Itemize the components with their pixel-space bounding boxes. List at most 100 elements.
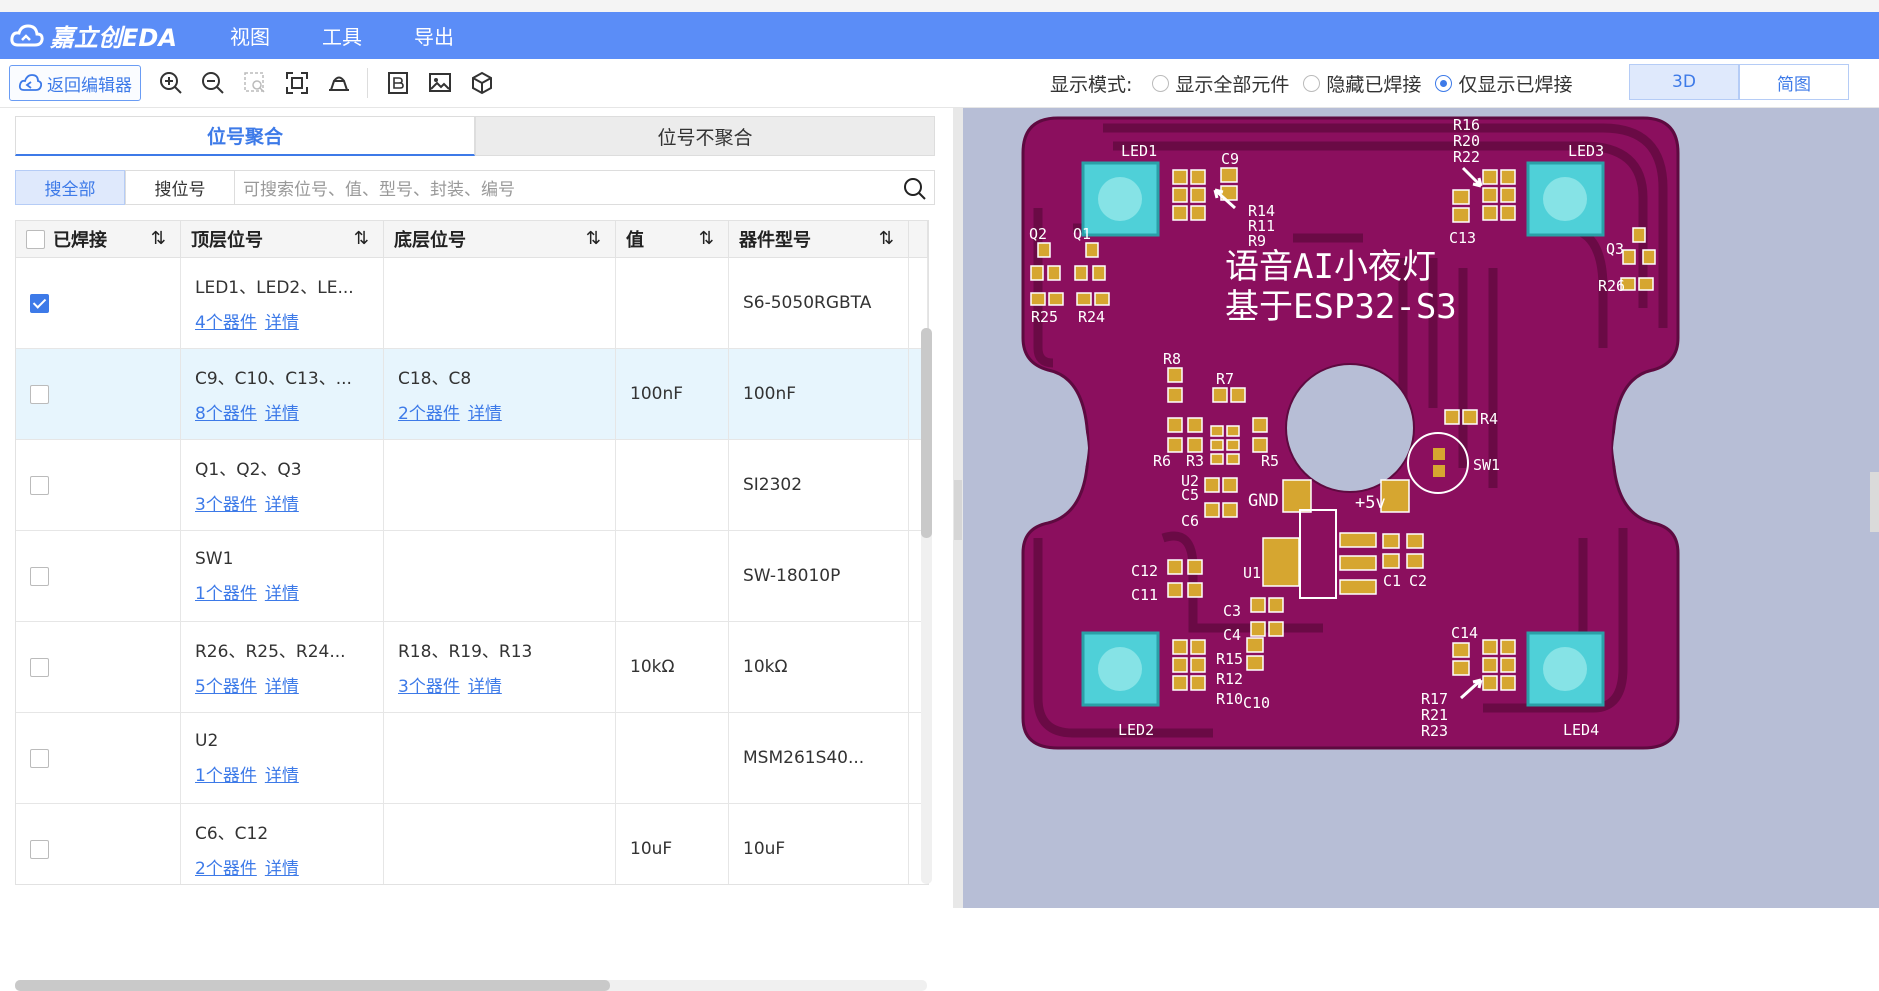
silk-label: R25 bbox=[1031, 308, 1058, 326]
bottom-detail-link[interactable]: 详情 bbox=[468, 404, 502, 424]
cell-soldered bbox=[16, 713, 181, 803]
pcb-board-render[interactable]: LED1 LED3 LED2 LED4 C9 R16 R20 R22 R14 R… bbox=[963, 108, 1879, 908]
bottom-count-link[interactable]: 3个器件 bbox=[398, 677, 460, 697]
3d-model-icon[interactable] bbox=[462, 63, 502, 103]
top-count-link[interactable]: 1个器件 bbox=[195, 766, 257, 786]
splitter-handle[interactable] bbox=[954, 480, 962, 540]
table-row[interactable]: U2 1个器件 详情 MSM261S40... bbox=[16, 713, 928, 804]
pcb-title-line2: 基于ESP32-S3 bbox=[1225, 287, 1457, 327]
scrollbar-thumb[interactable] bbox=[921, 328, 932, 538]
header-bottom-designator[interactable]: 底层位号 ⇅ bbox=[384, 221, 616, 257]
top-count-link[interactable]: 2个器件 bbox=[195, 859, 257, 879]
top-designators: LED1、LED2、LE... bbox=[195, 278, 354, 298]
silk-label: R6 bbox=[1153, 452, 1171, 470]
cell-top: U2 1个器件 详情 bbox=[181, 713, 384, 803]
tab-aggregate[interactable]: 位号聚合 bbox=[15, 116, 475, 156]
cell-top: SW1 1个器件 详情 bbox=[181, 531, 384, 621]
mode-hide-soldered-label: 隐藏已焊接 bbox=[1326, 73, 1422, 96]
bom-export-icon[interactable] bbox=[378, 63, 418, 103]
header-bottom-label: 底层位号 bbox=[394, 230, 466, 251]
silk-label: R15 bbox=[1216, 650, 1243, 668]
cell-bottom bbox=[384, 713, 616, 803]
header-top-designator[interactable]: 顶层位号 ⇅ bbox=[181, 221, 384, 257]
sort-icon[interactable]: ⇅ bbox=[699, 228, 714, 249]
cell-top: R26、R25、R24... 5个器件 详情 bbox=[181, 622, 384, 712]
soldered-checkbox[interactable] bbox=[30, 839, 49, 859]
zoom-out-icon[interactable] bbox=[193, 63, 233, 103]
fit-view-icon[interactable] bbox=[277, 63, 317, 103]
mounting-hole bbox=[1285, 363, 1415, 493]
top-detail-link[interactable]: 详情 bbox=[265, 677, 299, 697]
soldered-checkbox[interactable] bbox=[30, 475, 49, 495]
mode-show-all[interactable]: 显示全部元件 bbox=[1152, 70, 1289, 97]
pcb-3d-view[interactable]: LED1 LED3 LED2 LED4 C9 R16 R20 R22 R14 R… bbox=[963, 108, 1879, 908]
table-row[interactable]: SW1 1个器件 详情 SW-18010P bbox=[16, 531, 928, 622]
soldered-checkbox[interactable] bbox=[30, 384, 49, 404]
view-schematic-button[interactable]: 简图 bbox=[1739, 64, 1849, 100]
search-input[interactable]: 可搜索位号、值、型号、封装、编号 bbox=[235, 170, 935, 205]
flip-board-icon[interactable] bbox=[319, 63, 359, 103]
bottom-detail-link[interactable]: 详情 bbox=[468, 677, 502, 697]
top-detail-link[interactable]: 详情 bbox=[265, 313, 299, 333]
table-row[interactable]: R26、R25、R24... 5个器件 详情 R18、R19、R13 3个器件 详情 1… bbox=[16, 622, 928, 713]
view-3d-button[interactable]: 3D bbox=[1629, 64, 1739, 100]
sort-icon[interactable]: ⇅ bbox=[354, 228, 369, 249]
zoom-in-icon[interactable] bbox=[151, 63, 191, 103]
sort-icon[interactable]: ⇅ bbox=[151, 228, 166, 249]
search-all-button[interactable]: 搜全部 bbox=[15, 170, 125, 205]
radio-circle[interactable] bbox=[1152, 74, 1170, 92]
mode-only-soldered[interactable]: 仅显示已焊接 bbox=[1435, 70, 1572, 97]
top-detail-link[interactable]: 详情 bbox=[265, 766, 299, 786]
header-soldered[interactable]: 已焊接 ⇅ bbox=[16, 221, 181, 257]
model-text: SW-18010P bbox=[743, 566, 841, 586]
soldered-checkbox[interactable] bbox=[30, 566, 49, 586]
top-detail-link[interactable]: 详情 bbox=[265, 584, 299, 604]
logo-text: 嘉立创EDA bbox=[50, 24, 177, 52]
top-detail-link[interactable]: 详情 bbox=[265, 859, 299, 879]
table-row[interactable]: Q1、Q2、Q3 3个器件 详情 SI2302 bbox=[16, 440, 928, 531]
top-detail-link[interactable]: 详情 bbox=[265, 404, 299, 424]
image-export-icon[interactable] bbox=[420, 63, 460, 103]
menu-view[interactable]: 视图 bbox=[230, 21, 270, 50]
cell-model: 100nF bbox=[729, 349, 909, 439]
tab-no-aggregate[interactable]: 位号不聚合 bbox=[475, 116, 935, 156]
soldered-checkbox[interactable] bbox=[30, 293, 49, 313]
table-row[interactable]: LED1、LED2、LE... 4个器件 详情 S6-5050RGBTA bbox=[16, 258, 928, 349]
sort-icon[interactable]: ⇅ bbox=[879, 228, 894, 249]
table-row[interactable]: C9、C10、C13、... 8个器件 详情 C18、C8 2个器件 详情 100nF … bbox=[16, 349, 928, 440]
top-detail-link[interactable]: 详情 bbox=[265, 495, 299, 515]
header-value[interactable]: 值 ⇅ bbox=[616, 221, 729, 257]
top-count-link[interactable]: 3个器件 bbox=[195, 495, 257, 515]
zoom-area-icon[interactable] bbox=[235, 63, 275, 103]
search-icon[interactable] bbox=[902, 176, 928, 207]
search-row: 搜全部 搜位号 可搜索位号、值、型号、封装、编号 bbox=[15, 170, 935, 205]
search-designator-button[interactable]: 搜位号 bbox=[125, 170, 235, 205]
header-model[interactable]: 器件型号 ⇅ bbox=[729, 221, 909, 257]
cell-model: SI2302 bbox=[729, 440, 909, 530]
menu-export[interactable]: 导出 bbox=[414, 21, 454, 50]
cell-top: C9、C10、C13、... 8个器件 详情 bbox=[181, 349, 384, 439]
display-mode-label: 显示模式: bbox=[1050, 73, 1133, 96]
sort-icon[interactable]: ⇅ bbox=[586, 228, 601, 249]
menu-tools[interactable]: 工具 bbox=[322, 21, 362, 50]
table-horizontal-scrollbar[interactable] bbox=[15, 980, 927, 991]
back-to-editor-button[interactable]: 返回编辑器 bbox=[9, 65, 141, 101]
table-row[interactable]: C6、C12 2个器件 详情 10uF 10uF bbox=[16, 804, 928, 884]
radio-circle-selected[interactable] bbox=[1435, 74, 1453, 92]
pcb-title-line1: 语音AI小夜灯 bbox=[1225, 247, 1436, 287]
top-count-link[interactable]: 8个器件 bbox=[195, 404, 257, 424]
cell-value: 10uF bbox=[616, 804, 729, 884]
bottom-count-link[interactable]: 2个器件 bbox=[398, 404, 460, 424]
top-count-link[interactable]: 4个器件 bbox=[195, 313, 257, 333]
right-panel-handle[interactable] bbox=[1870, 472, 1879, 532]
scrollbar-thumb[interactable] bbox=[15, 980, 610, 991]
top-count-link[interactable]: 5个器件 bbox=[195, 677, 257, 697]
cloud-logo-icon bbox=[10, 23, 44, 46]
mode-hide-soldered[interactable]: 隐藏已焊接 bbox=[1303, 70, 1421, 97]
select-all-checkbox[interactable] bbox=[26, 229, 45, 249]
soldered-checkbox[interactable] bbox=[30, 748, 49, 768]
soldered-checkbox[interactable] bbox=[30, 657, 49, 677]
top-count-link[interactable]: 1个器件 bbox=[195, 584, 257, 604]
table-vertical-scrollbar[interactable] bbox=[921, 328, 932, 884]
radio-circle[interactable] bbox=[1303, 74, 1321, 92]
